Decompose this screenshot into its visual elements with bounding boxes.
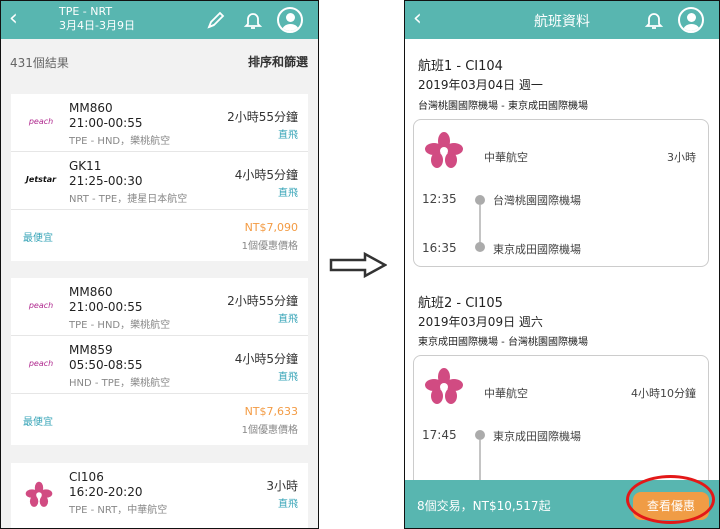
result-card[interactable]: peach MM860 21:00-00:55 TPE - HND，樂桃航空 2… <box>11 278 308 445</box>
pencil-icon[interactable] <box>205 9 227 31</box>
results-header: ‹ TPE - NRT 3月4日-3月9日 <box>1 1 318 39</box>
flight-segment: peach MM859 05:50-08:55 HND - TPE，樂桃航空 4… <box>11 336 308 394</box>
departure-airport: 東京成田國際機場 <box>493 430 581 443</box>
airline-name: 中華航空 <box>484 387 528 400</box>
timeline-dot <box>475 430 485 440</box>
direct-tag: 直飛 <box>278 314 298 325</box>
timeline-line <box>479 205 481 245</box>
user-avatar-icon[interactable] <box>678 7 704 33</box>
flight-route: TPE - HND，樂桃航空 <box>69 320 171 331</box>
flight-time: 21:00-00:55 <box>69 300 143 314</box>
details-header: ‹ 航班資料 <box>405 1 719 39</box>
timeline-dot <box>475 242 485 252</box>
flight-number: MM859 <box>69 343 113 357</box>
results-toolbar: 431個結果 排序和篩選 <box>1 39 318 81</box>
china-airlines-blossom-icon <box>425 368 463 404</box>
flight-route: HND - TPE，樂桃航空 <box>69 378 171 389</box>
flight-duration: 4小時5分鐘 <box>234 168 298 182</box>
price: NT$7,090 <box>244 221 298 234</box>
flight-number: MM860 <box>69 285 113 299</box>
timeline-dot <box>475 195 485 205</box>
flight-duration: 2小時55分鐘 <box>227 294 298 308</box>
flight-route: TPE - HND，樂桃航空 <box>69 136 171 147</box>
departure-time: 12:35 <box>422 192 457 206</box>
airline-name: 中華航空 <box>484 151 528 164</box>
peach-logo-icon: peach <box>28 301 54 310</box>
view-deals-button[interactable]: 查看優惠 <box>633 492 709 520</box>
flight-number: GK11 <box>69 159 102 173</box>
flight-duration: 4小時10分鐘 <box>631 387 696 400</box>
flight-number: CI106 <box>69 470 104 484</box>
flight-route: NRT - TPE，捷星日本航空 <box>69 194 188 205</box>
flight-time: 21:25-00:30 <box>69 174 143 188</box>
page-title: 航班資料 <box>534 14 590 30</box>
offers-count: 1個優惠價格 <box>241 241 298 252</box>
deals-footer: 8個交易，NT$10,517起 查看優惠 <box>405 480 719 528</box>
flight-title: 航班2 - CI105 <box>418 296 503 311</box>
result-card[interactable]: peach MM860 21:00-00:55 TPE - HND，樂桃航空 2… <box>11 94 308 261</box>
flight-detail-card: 中華航空 3小時 12:35 台灣桃園國際機場 16:35 東京成田國際機場 <box>413 119 709 267</box>
flight-duration: 3小時 <box>667 151 696 164</box>
flight-duration: 2小時55分鐘 <box>227 110 298 124</box>
flight-segment: peach MM860 21:00-00:55 TPE - HND，樂桃航空 2… <box>11 94 308 152</box>
flight-segment: Jetstar GK11 21:25-00:30 NRT - TPE，捷星日本航… <box>11 152 308 210</box>
right-arrow-icon <box>329 252 387 278</box>
flight-airports: 台灣桃園國際機場 - 東京成田國際機場 <box>418 101 588 112</box>
price-row: 最便宜 NT$7,633 1個優惠價格 <box>11 394 308 445</box>
flight-duration: 4小時5分鐘 <box>234 352 298 366</box>
flight-date: 2019年03月04日 週一 <box>418 78 543 92</box>
results-count: 431個結果 <box>10 56 69 70</box>
flight-segment: CI106 16:20-20:20 TPE - NRT，中華航空 3小時 直飛 <box>11 463 308 521</box>
screenshot-stage: ‹ TPE - NRT 3月4日-3月9日 431個結果 排序和篩選 peach… <box>0 0 720 529</box>
flight-date: 2019年03月09日 週六 <box>418 315 543 329</box>
result-card[interactable]: CI106 16:20-20:20 TPE - NRT，中華航空 3小時 直飛 <box>11 463 308 528</box>
search-results-screen: ‹ TPE - NRT 3月4日-3月9日 431個結果 排序和篩選 peach… <box>0 0 319 529</box>
user-avatar-icon[interactable] <box>277 7 303 33</box>
route-title: TPE - NRT <box>59 5 113 18</box>
flight-route: TPE - NRT，中華航空 <box>69 505 168 516</box>
flight-airports: 東京成田國際機場 - 台灣桃園國際機場 <box>418 337 588 348</box>
flight-duration: 3小時 <box>266 479 298 493</box>
flight-time: 05:50-08:55 <box>69 358 143 372</box>
cheapest-label: 最便宜 <box>23 233 53 244</box>
flight-number: MM860 <box>69 101 113 115</box>
flight-details-screen: ‹ 航班資料 航班1 - CI104 2019年03月04日 週一 台灣桃園國際… <box>404 0 720 529</box>
arrival-airport: 東京成田國際機場 <box>493 243 581 256</box>
flight-title: 航班1 - CI104 <box>418 59 503 74</box>
direct-tag: 直飛 <box>278 372 298 383</box>
arrival-time: 16:35 <box>422 241 457 255</box>
jetstar-logo-icon: Jetstar <box>25 175 57 184</box>
departure-airport: 台灣桃園國際機場 <box>493 194 581 207</box>
flight-time: 21:00-00:55 <box>69 116 143 130</box>
price-row: 最便宜 NT$7,090 1個優惠價格 <box>11 210 308 261</box>
bell-icon[interactable] <box>643 9 665 31</box>
direct-tag: 直飛 <box>278 499 298 510</box>
bell-icon[interactable] <box>242 9 264 31</box>
offers-count: 1個優惠價格 <box>241 425 298 436</box>
china-airlines-blossom-icon <box>425 132 463 168</box>
peach-logo-icon: peach <box>28 117 54 126</box>
price: NT$7,633 <box>244 405 298 418</box>
cheapest-label: 最便宜 <box>23 417 53 428</box>
flight-segment: peach MM860 21:00-00:55 TPE - HND，樂桃航空 2… <box>11 278 308 336</box>
departure-time: 17:45 <box>422 428 457 442</box>
direct-tag: 直飛 <box>278 130 298 141</box>
china-airlines-blossom-icon <box>25 481 53 507</box>
direct-tag: 直飛 <box>278 188 298 199</box>
flight-time: 16:20-20:20 <box>69 485 143 499</box>
date-range: 3月4日-3月9日 <box>59 19 135 32</box>
sort-filter-button[interactable]: 排序和篩選 <box>248 53 308 70</box>
deals-summary: 8個交易，NT$10,517起 <box>417 499 551 513</box>
back-arrow-icon[interactable]: ‹ <box>9 7 18 31</box>
peach-logo-icon: peach <box>28 359 54 368</box>
